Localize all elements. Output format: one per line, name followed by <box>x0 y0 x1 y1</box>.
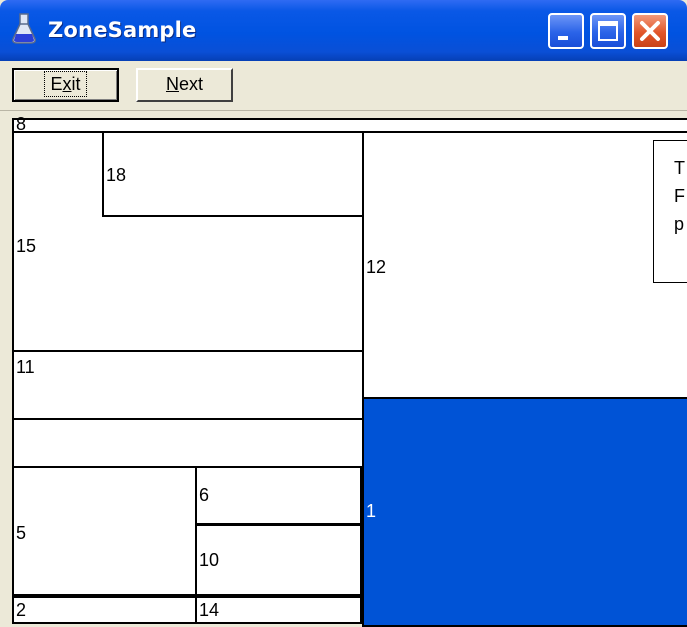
info-popup: T F p <box>653 140 687 283</box>
maximize-icon <box>598 21 618 41</box>
window-title: ZoneSample <box>48 18 197 42</box>
app-window: ZoneSample Exit Next 8 15 18 11 12 1 5 6… <box>0 0 687 627</box>
zone-label: 1 <box>366 501 377 521</box>
zone-14[interactable]: 14 <box>195 596 362 624</box>
maximize-button[interactable] <box>590 13 626 49</box>
zone-2[interactable]: 2 <box>12 596 197 624</box>
zone-6[interactable]: 6 <box>195 466 362 525</box>
minimize-button[interactable] <box>548 13 584 49</box>
zone-label: 6 <box>199 485 210 505</box>
zone-5[interactable]: 5 <box>12 466 197 596</box>
flask-icon <box>12 13 36 44</box>
zone-1[interactable]: 1 <box>362 397 687 627</box>
zone-label: 2 <box>16 600 27 620</box>
next-mnemonic: N <box>165 74 179 94</box>
zone-label: 10 <box>199 550 220 570</box>
zone-canvas: 8 15 18 11 12 1 5 6 10 2 14 <box>0 112 687 627</box>
popup-line: T <box>674 158 685 178</box>
zone-label: 12 <box>366 257 387 277</box>
zone-unlabeled[interactable] <box>12 418 364 468</box>
zone-18[interactable]: 18 <box>102 131 364 217</box>
next-button[interactable]: Next <box>136 68 233 102</box>
exit-button[interactable]: Exit <box>12 68 119 102</box>
popup-line: F <box>674 186 685 206</box>
zone-label: 15 <box>16 236 37 256</box>
exit-button-label: Exit <box>44 71 87 97</box>
toolbar: Exit Next <box>0 61 687 111</box>
popup-line: p <box>674 214 685 234</box>
close-icon <box>640 21 660 41</box>
title-bar[interactable]: ZoneSample <box>0 0 687 61</box>
minimize-icon <box>558 36 568 40</box>
zone-12[interactable]: 12 <box>362 131 687 399</box>
zone-label: 11 <box>16 357 35 377</box>
next-button-label: Next <box>165 74 203 94</box>
close-button[interactable] <box>632 13 668 49</box>
exit-mnemonic: x <box>62 74 72 94</box>
zone-10[interactable]: 10 <box>195 524 362 596</box>
zone-11[interactable]: 11 <box>12 350 364 420</box>
zone-label: 18 <box>106 165 127 185</box>
zone-label: 14 <box>199 600 220 620</box>
zone-label: 5 <box>16 523 27 543</box>
